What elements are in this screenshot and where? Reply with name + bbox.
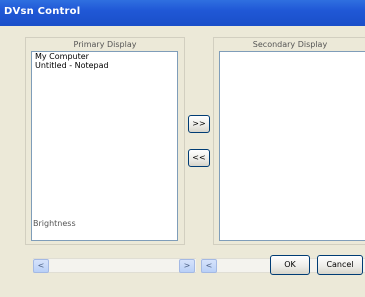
secondary-display-label: Secondary Display [252,40,328,49]
move-right-button[interactable]: >> [188,115,210,133]
secondary-display-list[interactable] [219,51,365,241]
cancel-button[interactable]: Cancel [317,255,363,275]
brightness-scrollbar-left[interactable]: < > [33,258,196,273]
primary-display-label: Primary Display [73,40,137,49]
ok-button[interactable]: OK [270,255,310,275]
brightness-label: Brightness [33,219,76,228]
move-left-button[interactable]: << [188,149,210,167]
scroll-right-arrow-icon[interactable]: > [179,259,195,273]
title-bar[interactable]: DVsn Control [0,0,365,27]
scroll-left-arrow-icon[interactable]: < [201,259,217,273]
primary-display-list[interactable]: My Computer Untitled - Notepad [31,51,178,241]
list-item[interactable]: My Computer [32,52,177,61]
window-title: DVsn Control [4,6,81,17]
scroll-left-arrow-icon[interactable]: < [33,259,49,273]
list-item[interactable]: Untitled - Notepad [32,61,177,70]
